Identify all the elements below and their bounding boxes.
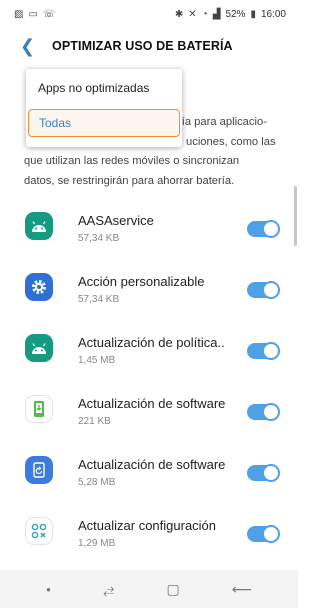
battery-percent: 52% [225, 8, 246, 20]
app-size: 5,28 MB [78, 477, 116, 488]
description-line: datos, se restringirán para ahorrar bate… [24, 174, 235, 187]
list-item[interactable]: Actualizar configuración 1,29 MB [0, 501, 298, 562]
dropdown-option-all[interactable]: Todas [28, 109, 180, 137]
app-name: Actualización de software [78, 457, 226, 472]
list-item[interactable]: Actualización de software 221 KB [0, 379, 298, 440]
signal-icon: ▟ [212, 8, 221, 20]
filter-dropdown-menu: Apps no optimizadas Todas [26, 69, 182, 147]
message-icon: ▭ [28, 8, 38, 20]
optimization-toggle[interactable] [247, 281, 280, 299]
phone-refresh-icon [25, 456, 53, 484]
app-name: Actualizar configuración [78, 518, 217, 533]
phone-update-icon [25, 395, 53, 423]
app-name: Actualización de software [78, 396, 226, 411]
clock: 16:00 [260, 8, 286, 20]
recent-apps-icon[interactable]: ⥄ [103, 581, 114, 598]
status-bar: ▨ ▭ ☏ ✱ ✕ ◔ ▟ 52% ▮ 16:00 [0, 0, 298, 28]
list-item[interactable]: Acción personalizable 57,34 KB [0, 257, 298, 318]
app-size: 57,34 KB [78, 294, 120, 305]
battery-icon: ▮ [250, 8, 256, 20]
gear-icon [25, 273, 53, 301]
mute-icon: ✕ [188, 8, 197, 20]
app-name: AASAservice [78, 213, 154, 228]
app-size: 1,45 MB [78, 355, 116, 366]
app-size: 57,34 KB [78, 233, 120, 244]
dropdown-option-unoptimized[interactable]: Apps no optimizadas [38, 81, 149, 95]
optimization-toggle[interactable] [247, 342, 280, 360]
optimization-toggle[interactable] [247, 464, 280, 482]
optimization-toggle[interactable] [247, 525, 280, 543]
app-list: AASAservice 57,34 KB Acción personalizab… [0, 196, 298, 562]
app-name: Acción personalizable [78, 274, 205, 289]
apps-grid-icon [25, 517, 53, 545]
list-item[interactable]: Actualización de política.. 1,45 MB [0, 318, 298, 379]
app-size: 1,29 MB [78, 538, 116, 549]
home-icon[interactable]: ▢ [166, 581, 179, 598]
back-arrow-icon[interactable]: ❮ [20, 36, 40, 57]
notification-icons: ▨ ▭ ☏ [14, 9, 55, 20]
bluetooth-icon: ✱ [174, 8, 184, 20]
scrollbar[interactable] [294, 186, 297, 246]
page-title: OPTIMIZAR USO DE BATERÍA [52, 39, 233, 53]
navigation-bar: ● ⥄ ▢ ⟵ [0, 570, 298, 608]
system-status: ✱ ✕ ◔ ▟ 52% ▮ 16:00 [175, 9, 286, 20]
missed-call-icon: ☏ [42, 8, 56, 20]
app-size: 221 KB [78, 416, 111, 427]
optimization-toggle[interactable] [247, 220, 280, 238]
android-icon [25, 212, 53, 240]
optimization-toggle[interactable] [247, 403, 280, 421]
dot-icon: ● [46, 584, 51, 594]
image-icon: ▨ [14, 8, 24, 20]
app-bar: ❮ OPTIMIZAR USO DE BATERÍA [0, 28, 298, 64]
app-name: Actualización de política.. [78, 335, 225, 350]
wifi-icon: ◔ [201, 8, 208, 20]
description-line: que utilizan las redes móviles o sincron… [24, 155, 240, 167]
android-icon [25, 334, 53, 362]
back-icon[interactable]: ⟵ [232, 581, 252, 598]
list-item[interactable]: Actualización de software 5,28 MB [0, 440, 298, 501]
list-item[interactable]: AASAservice 57,34 KB [0, 196, 298, 257]
